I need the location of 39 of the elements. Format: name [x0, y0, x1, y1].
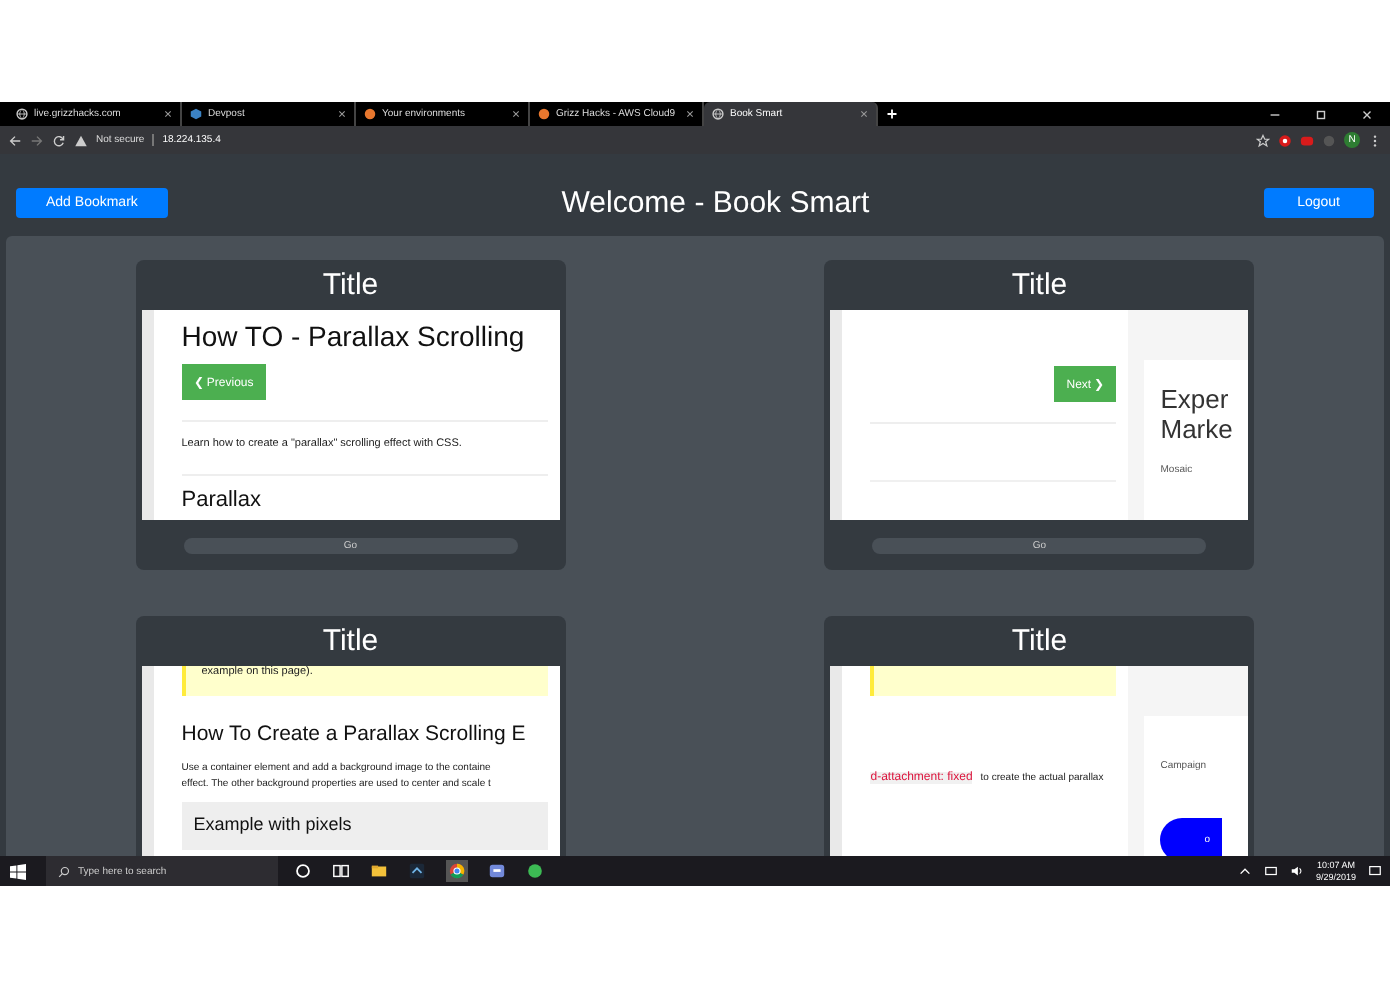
preview-heading: How To Create a Parallax Scrolling E: [181, 722, 528, 748]
warning-icon: [74, 133, 88, 147]
forward-icon[interactable]: [30, 133, 44, 147]
speaker-icon[interactable]: [1289, 864, 1304, 878]
close-icon[interactable]: [338, 110, 346, 118]
maximize-icon[interactable]: [1314, 107, 1328, 121]
preview-example-box: Example with pixels: [181, 802, 548, 850]
windows-icon[interactable]: [10, 863, 26, 879]
search-icon: [58, 865, 70, 877]
card-title: Title: [1009, 266, 1070, 306]
back-icon[interactable]: [8, 133, 22, 147]
close-icon[interactable]: [512, 110, 520, 118]
folder-icon[interactable]: [370, 862, 388, 880]
new-tab-icon[interactable]: [886, 108, 898, 120]
card-title: Title: [1009, 622, 1070, 662]
globe-icon: [712, 108, 724, 120]
card-title: Title: [320, 622, 381, 662]
hexagon-icon: [190, 108, 202, 120]
chevron-icon[interactable]: [1237, 864, 1252, 878]
reload-icon[interactable]: [52, 133, 66, 147]
preview-heading: How TO - Parallax Scrolling: [181, 320, 527, 352]
close-icon[interactable]: [686, 110, 694, 118]
card-title: Title: [320, 266, 381, 306]
chrome-icon[interactable]: [446, 860, 468, 882]
preview-heading: Exper: [1160, 384, 1231, 414]
menu-icon[interactable]: [1368, 133, 1382, 147]
chat-icon[interactable]: [488, 862, 506, 880]
page-title: Welcome - Book Smart: [561, 186, 870, 220]
circle-icon: [538, 108, 550, 120]
globe-icon: [16, 108, 28, 120]
cortana-icon[interactable]: [294, 862, 312, 880]
task-view-icon[interactable]: [332, 862, 350, 880]
star-icon[interactable]: [1256, 133, 1270, 147]
circle-icon: [364, 108, 376, 120]
preview-heading: Parallax: [181, 474, 548, 512]
preview-heading: Marke: [1160, 414, 1235, 444]
close-icon[interactable]: [1360, 107, 1374, 121]
circle-app-icon[interactable]: [526, 862, 544, 880]
close-icon[interactable]: [164, 110, 172, 118]
